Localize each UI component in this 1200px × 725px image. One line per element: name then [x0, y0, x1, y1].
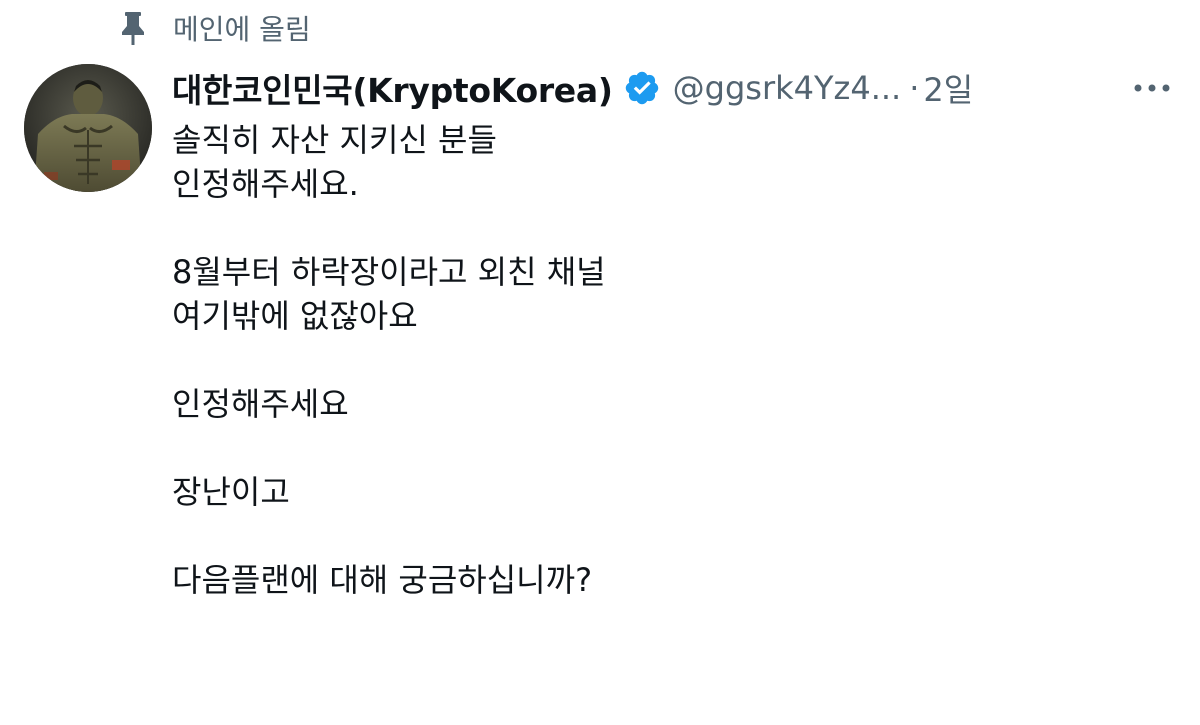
tweet-line: 솔직히 자산 지키신 분들: [172, 121, 497, 159]
tweet-line-break: [172, 426, 1172, 470]
pinned-indicator: 메인에 올림: [118, 8, 311, 48]
tweet-timestamp[interactable]: 2일: [923, 65, 973, 111]
tweet-line-break: [172, 514, 1172, 558]
tweet-line: 다음플랜에 대해 궁금하십니까?: [172, 561, 593, 599]
avatar[interactable]: [24, 64, 152, 192]
tweet-card[interactable]: 메인에 올림 대한코인민국(KryptoKorea) @ggsrk4Yz4...…: [0, 0, 1200, 725]
tweet-line-break: [172, 338, 1172, 382]
display-name[interactable]: 대한코인민국(KryptoKorea): [172, 64, 613, 112]
user-handle[interactable]: @ggsrk4Yz4...: [673, 69, 902, 107]
pin-icon: [118, 10, 148, 46]
tweet-line-break: [172, 206, 1172, 250]
tweet-line: 인정해주세요.: [172, 165, 359, 203]
tweet-line: 장난이고: [172, 473, 290, 511]
tweet-line: 인정해주세요: [172, 385, 349, 423]
tweet-header: 대한코인민국(KryptoKorea) @ggsrk4Yz4... · 2일: [172, 60, 973, 116]
more-horizontal-icon[interactable]: [1130, 76, 1174, 100]
separator-dot: ·: [909, 69, 920, 107]
tweet-line: 여기밖에 없잖아요: [172, 297, 418, 335]
pinned-label: 메인에 올림: [173, 13, 311, 46]
tweet-text: 솔직히 자산 지키신 분들 인정해주세요. 8월부터 하락장이라고 외친 채널 …: [172, 118, 1172, 602]
verified-badge-icon[interactable]: [623, 69, 661, 107]
tweet-line: 8월부터 하락장이라고 외친 채널: [172, 253, 606, 291]
